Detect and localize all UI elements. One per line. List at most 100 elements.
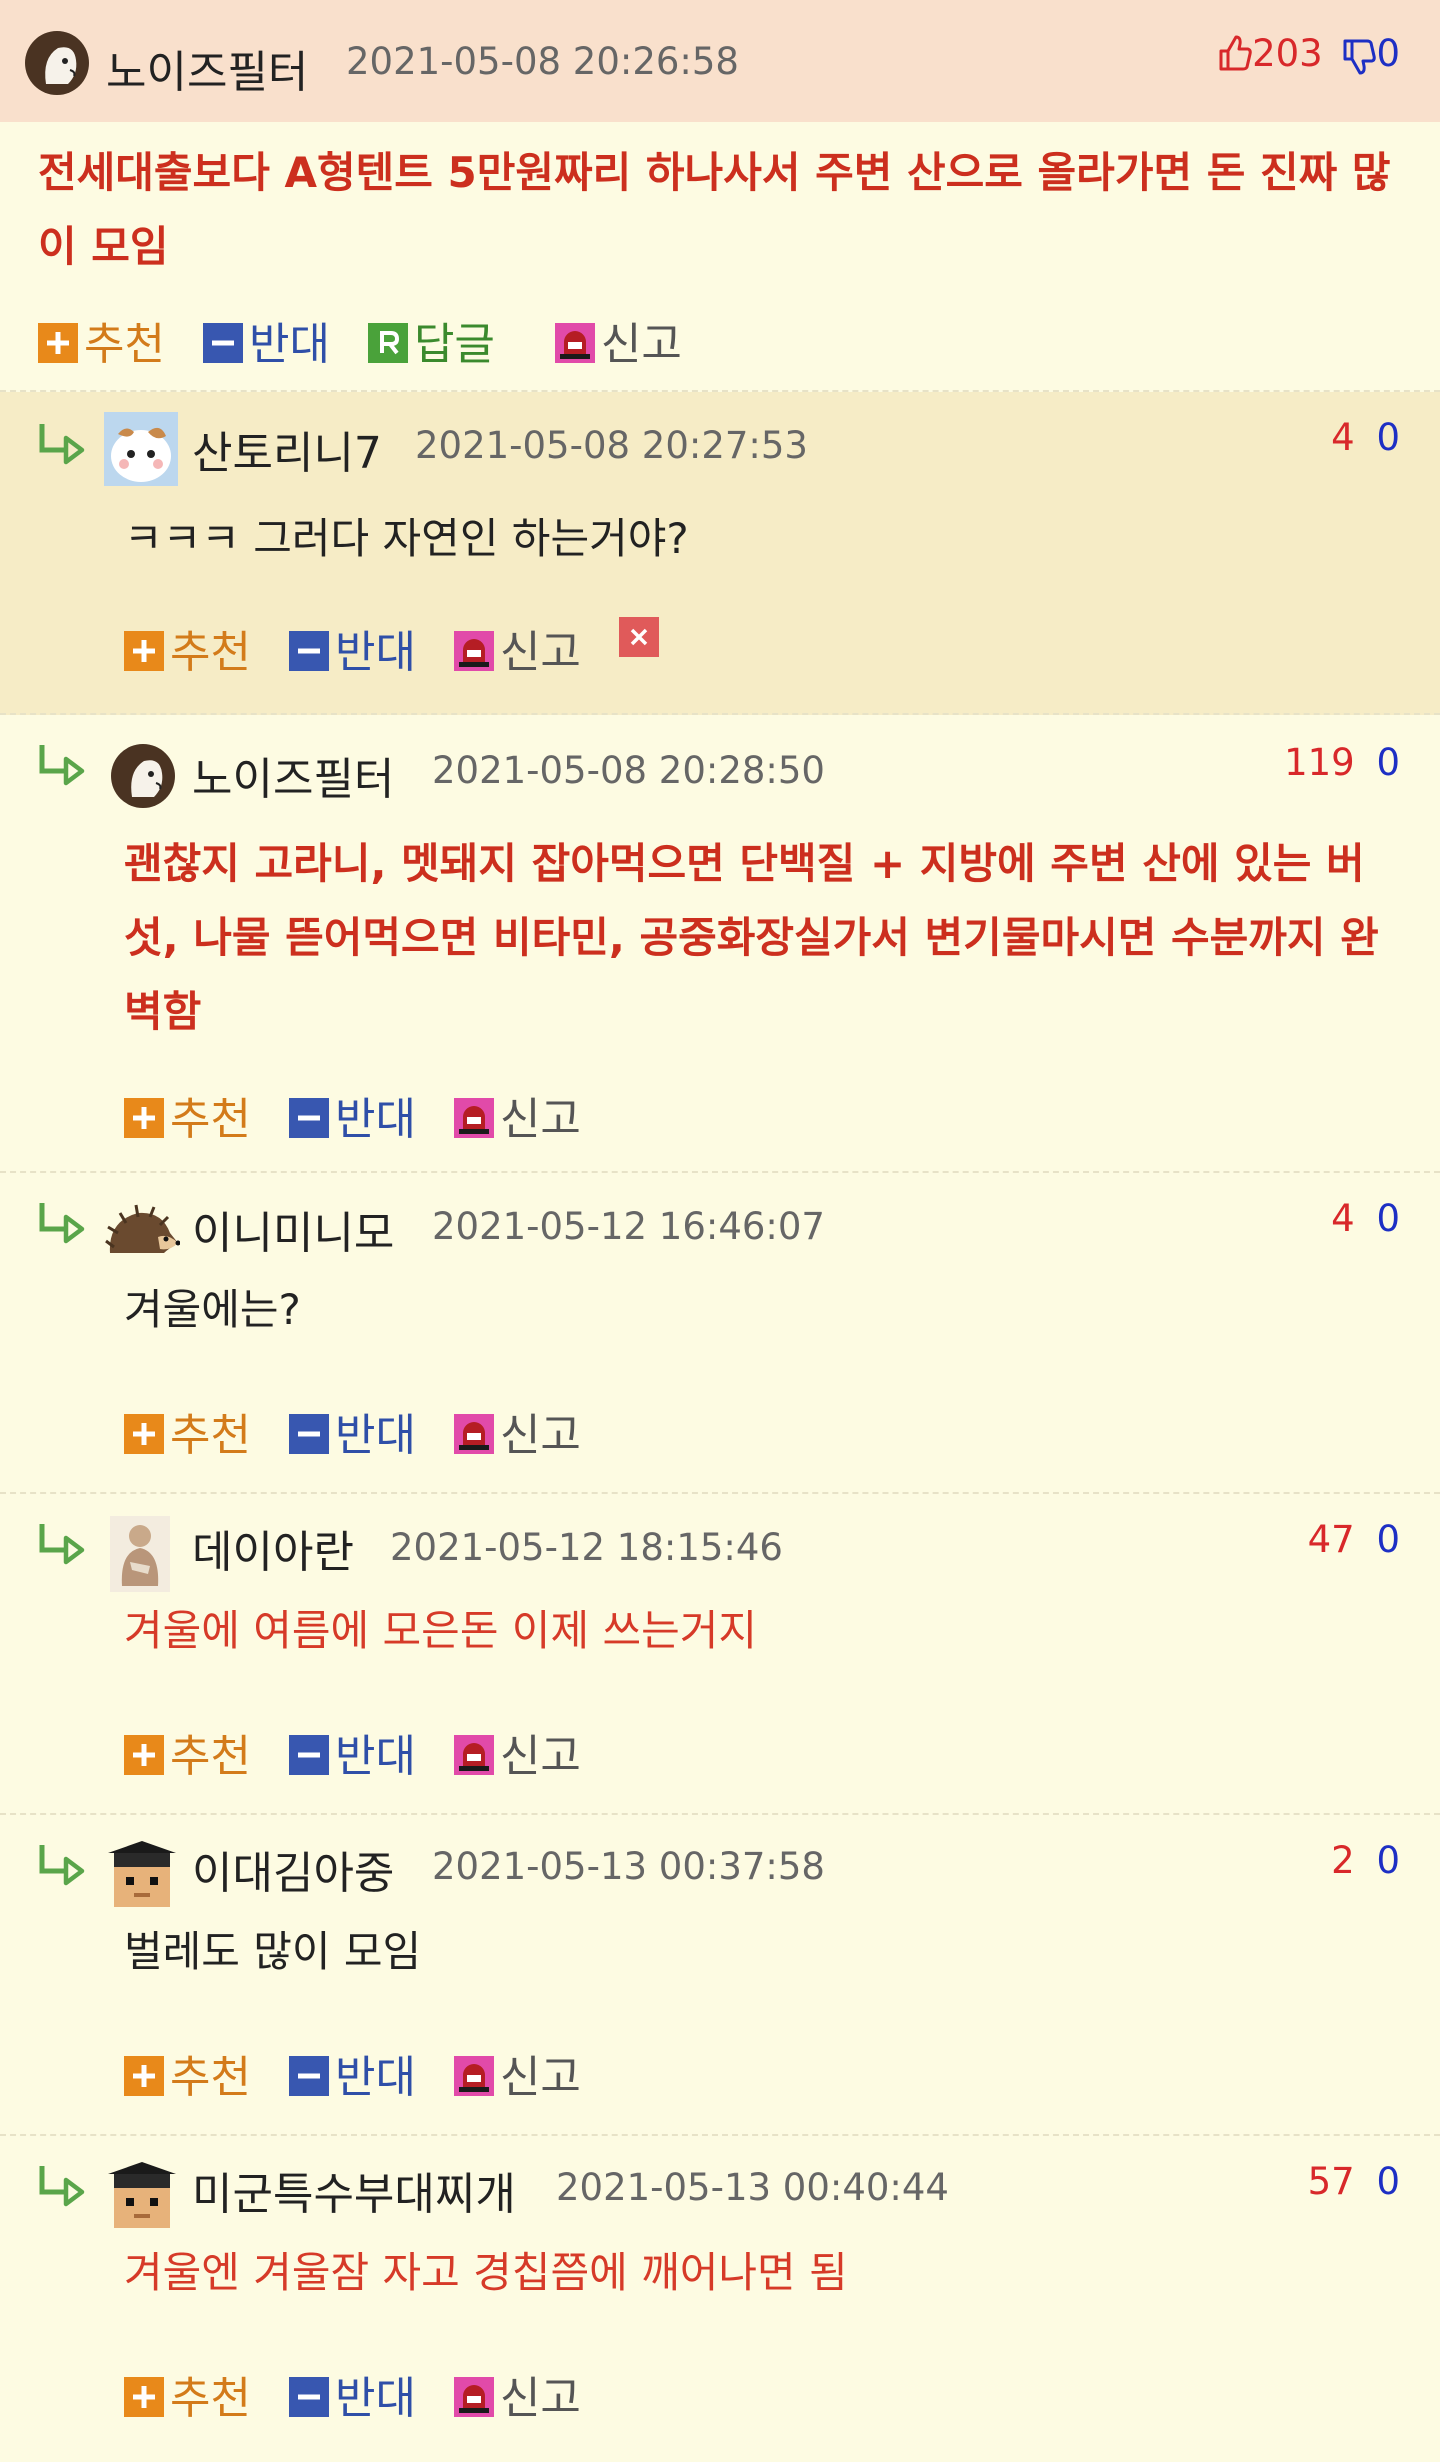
downvote-count: 0 <box>1376 416 1400 459</box>
downvote-count: 0 <box>1376 1839 1400 1882</box>
avatar-graduate-icon[interactable] <box>104 2158 180 2234</box>
comment-text: 겨울에 여름에 모은돈 이제 쓰는거지 <box>124 1606 758 1655</box>
recommend-button[interactable]: 추천 <box>124 616 251 680</box>
avatar-dog-icon[interactable] <box>110 743 176 809</box>
comment-date: 2021-05-08 20:26:58 <box>346 40 739 83</box>
report-button[interactable]: 신고 <box>454 2041 581 2105</box>
oppose-button[interactable]: 반대 <box>288 616 416 680</box>
comment-actions: 추천 반대 신고 <box>124 616 659 678</box>
reply-arrow-icon <box>36 1199 88 1245</box>
minus-icon <box>297 1431 320 1437</box>
downvote-count: 0 <box>1376 2160 1400 2203</box>
avatar-figure-icon[interactable] <box>110 1516 170 1592</box>
avatar-graduate-icon[interactable] <box>104 1837 180 1913</box>
upvote-count: 4 <box>1331 416 1355 459</box>
plus-icon <box>133 1744 155 1766</box>
avatar-hamster-icon[interactable] <box>104 412 178 486</box>
vote-score: 2 0 <box>1331 1839 1400 1882</box>
upvote-count: 57 <box>1307 2160 1355 2203</box>
vote-score: 57 0 <box>1308 2160 1400 2203</box>
comment-actions: 추천 반대 신고 <box>124 1720 619 1782</box>
recommend-label: 추천 <box>170 1410 251 1461</box>
comment-item: 산토리니7 2021-05-08 20:27:53 4 0 ㅋㅋㅋ 그러다 자연… <box>0 392 1440 715</box>
comment-date: 2021-05-12 16:46:07 <box>432 1205 825 1248</box>
comment-nickname[interactable]: 이대김아중 <box>192 1837 394 1901</box>
comment-item: 이니미니모 2021-05-12 16:46:07 4 0 겨울에는? 추천 반대… <box>0 1173 1440 1494</box>
report-button[interactable]: 신고 <box>454 1083 581 1147</box>
comment-actions: 추천 반대 답글 신고 <box>38 308 720 370</box>
recommend-label: 추천 <box>170 1731 251 1782</box>
comment-header: 산토리니7 2021-05-08 20:27:53 4 0 <box>0 392 1440 492</box>
comment-nickname[interactable]: 미군특수부대찌개 <box>192 2158 516 2222</box>
comment-text: ㅋㅋㅋ 그러다 자연인 하는거야? <box>124 514 689 563</box>
reply-arrow-icon <box>36 2162 88 2208</box>
recommend-button[interactable]: 추천 <box>124 1399 251 1463</box>
oppose-button[interactable]: 반대 <box>288 1083 416 1147</box>
report-button[interactable]: 신고 <box>454 616 581 680</box>
comment-nickname[interactable]: 산토리니7 <box>192 417 382 481</box>
comment-nickname[interactable]: 이니미니모 <box>192 1197 394 1261</box>
upvote-count: 47 <box>1307 1518 1355 1561</box>
oppose-label: 반대 <box>334 2052 416 2103</box>
siren-icon <box>454 2377 494 2417</box>
reply-label: 답글 <box>413 319 495 370</box>
minus-icon <box>297 2073 320 2079</box>
recommend-label: 추천 <box>170 1094 251 1145</box>
report-button[interactable]: 신고 <box>454 1399 581 1463</box>
comment-item: 미군특수부대찌개 2021-05-13 00:40:44 57 0 겨울엔 겨울… <box>0 2136 1440 2462</box>
recommend-button[interactable]: 추천 <box>124 1083 251 1147</box>
reply-button[interactable]: 답글 <box>367 308 495 372</box>
vote-score: 4 0 <box>1331 416 1400 459</box>
recommend-button[interactable]: 추천 <box>124 1720 251 1784</box>
reply-arrow-icon <box>36 1520 88 1566</box>
delete-x-icon[interactable] <box>618 616 659 657</box>
comment-header: 노이즈필터 2021-05-08 20:26:58 203 0 <box>0 0 1440 122</box>
comment-nickname[interactable]: 노이즈필터 <box>106 36 308 100</box>
comment-date: 2021-05-12 18:15:46 <box>390 1526 783 1569</box>
minus-icon <box>211 340 234 346</box>
oppose-button[interactable]: 반대 <box>202 308 330 372</box>
plus-icon <box>133 1107 155 1129</box>
report-label: 신고 <box>499 2052 581 2103</box>
thumb-down-icon <box>1343 39 1377 75</box>
vote-score: 119 0 <box>1284 741 1400 784</box>
reply-arrow-icon <box>36 1841 88 1887</box>
recommend-button[interactable]: 추천 <box>124 2362 251 2426</box>
report-button[interactable]: 신고 <box>555 308 682 372</box>
oppose-button[interactable]: 반대 <box>288 1720 416 1784</box>
comment-nickname[interactable]: 노이즈필터 <box>192 743 394 807</box>
comment-item: 노이즈필터 2021-05-08 20:28:50 119 0 괜찮지 고라니,… <box>0 715 1440 1173</box>
comment-nickname[interactable]: 데이아란 <box>192 1516 354 1580</box>
upvote-count: 2 <box>1331 1839 1355 1882</box>
recommend-label: 추천 <box>170 2373 251 2424</box>
siren-icon <box>454 631 494 671</box>
comment-text: 벌레도 많이 모임 <box>124 1927 422 1976</box>
reply-r-icon <box>379 331 399 355</box>
recommend-button[interactable]: 추천 <box>124 2041 251 2105</box>
comment-text: 전세대출보다 A형텐트 5만원짜리 하나사서 주변 산으로 올라가면 돈 진짜 … <box>38 148 1391 271</box>
comment-header: 미군특수부대찌개 2021-05-13 00:40:44 57 0 <box>0 2136 1440 2236</box>
oppose-button[interactable]: 반대 <box>288 2362 416 2426</box>
thumb-up-icon <box>1219 35 1252 71</box>
siren-icon <box>555 323 595 363</box>
comment-actions: 추천 반대 신고 <box>124 2362 619 2424</box>
report-button[interactable]: 신고 <box>454 2362 581 2426</box>
avatar-hedgehog-icon[interactable] <box>104 1203 180 1263</box>
report-button[interactable]: 신고 <box>454 1720 581 1784</box>
recommend-label: 추천 <box>84 319 165 370</box>
comment-actions: 추천 반대 신고 <box>124 1399 619 1461</box>
comment-date: 2021-05-13 00:37:58 <box>432 1845 825 1888</box>
oppose-label: 반대 <box>334 1410 416 1461</box>
comment-actions: 추천 반대 신고 <box>124 2041 619 2103</box>
report-label: 신고 <box>600 319 682 370</box>
upvote-count: 119 <box>1284 741 1355 784</box>
plus-icon <box>133 1423 155 1445</box>
recommend-label: 추천 <box>170 627 251 678</box>
oppose-button[interactable]: 반대 <box>288 1399 416 1463</box>
oppose-button[interactable]: 반대 <box>288 2041 416 2105</box>
recommend-button[interactable]: 추천 <box>38 308 165 372</box>
oppose-label: 반대 <box>334 1094 416 1145</box>
minus-icon <box>297 648 320 654</box>
comment-date: 2021-05-08 20:28:50 <box>432 749 825 792</box>
avatar-dog-icon[interactable] <box>24 30 90 96</box>
